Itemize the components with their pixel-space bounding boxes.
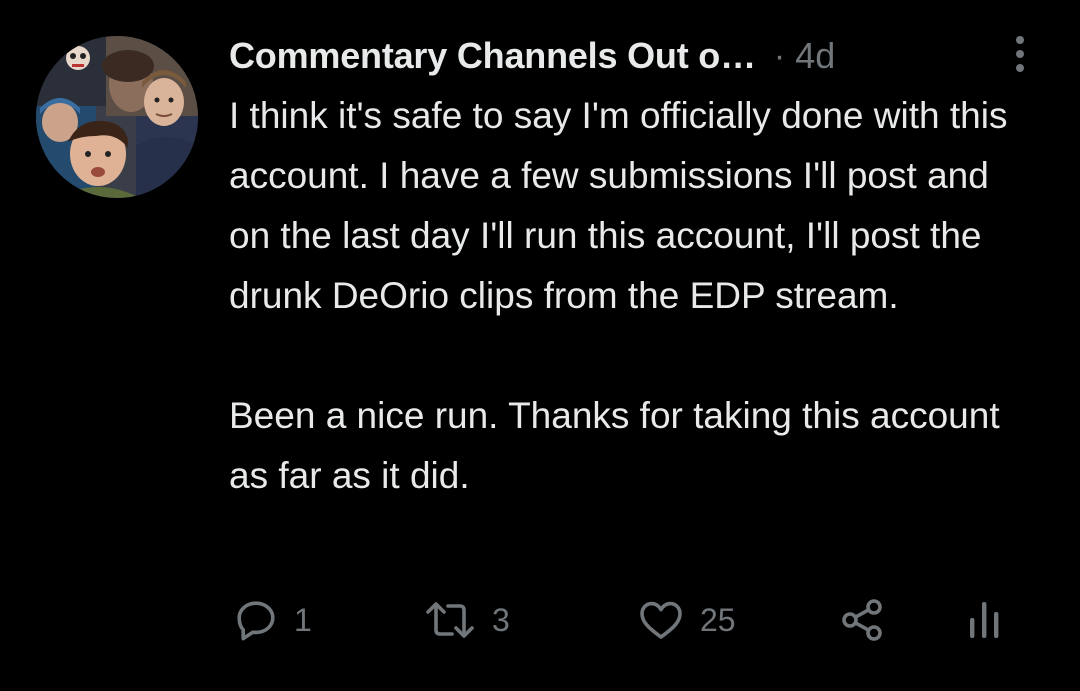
retweet-icon bbox=[426, 602, 474, 638]
retweet-button[interactable]: 3 bbox=[422, 596, 510, 644]
avatar-collage-image bbox=[36, 36, 198, 198]
reply-button[interactable]: 1 bbox=[232, 596, 312, 644]
tweet[interactable]: Commentary Channels Out o… · 4d I think … bbox=[0, 0, 1080, 691]
share-icon bbox=[842, 599, 882, 641]
like-count: 25 bbox=[700, 601, 736, 638]
action-bar: 1 3 25 bbox=[232, 596, 1012, 644]
more-vertical-icon bbox=[1016, 36, 1024, 44]
analytics-button[interactable] bbox=[964, 596, 1004, 644]
tweet-paragraph: Been a nice run. Thanks for taking this … bbox=[229, 395, 1000, 496]
heart-icon bbox=[640, 601, 682, 639]
like-button[interactable]: 25 bbox=[636, 596, 736, 644]
tweet-paragraph: I think it's safe to say I'm officially … bbox=[229, 95, 1008, 316]
share-button[interactable] bbox=[838, 596, 888, 644]
display-name[interactable]: Commentary Channels Out o… bbox=[229, 35, 756, 77]
reply-icon bbox=[237, 601, 275, 641]
reply-count: 1 bbox=[294, 601, 312, 638]
retweet-count: 3 bbox=[492, 601, 510, 638]
analytics-icon bbox=[970, 602, 999, 638]
tweet-header: Commentary Channels Out o… · 4d bbox=[229, 30, 1049, 82]
separator-dot: · bbox=[773, 36, 786, 75]
tweet-text: I think it's safe to say I'm officially … bbox=[229, 86, 1039, 506]
timestamp[interactable]: 4d bbox=[795, 35, 835, 77]
more-options-button[interactable] bbox=[1006, 34, 1034, 74]
avatar[interactable] bbox=[36, 36, 198, 198]
